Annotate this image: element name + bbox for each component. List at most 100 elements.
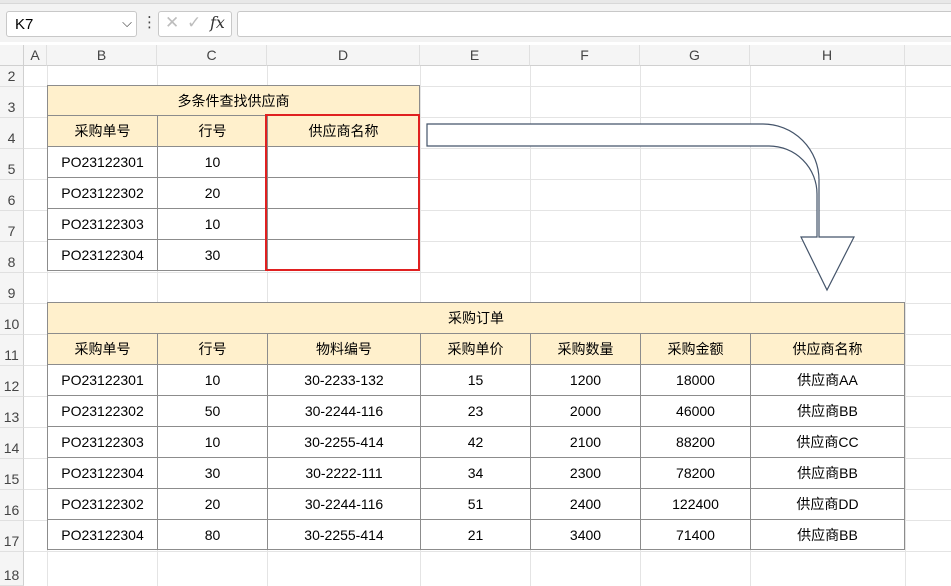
order-cell[interactable]: 30-2244-116 [267,395,421,427]
row-header-9[interactable]: 9 [0,273,24,304]
order-cell[interactable]: 51 [420,488,531,520]
column-header-h[interactable]: H [750,45,905,66]
order-cell[interactable]: 78200 [640,457,751,489]
order-cell[interactable]: PO23122303 [47,426,158,458]
lookup-cell[interactable]: PO23122302 [47,177,158,209]
order-cell[interactable]: 50 [157,395,268,427]
row-header-15[interactable]: 15 [0,459,24,490]
column-header-d[interactable]: D [267,45,420,66]
order-cell[interactable]: PO23122304 [47,457,158,489]
order-cell[interactable]: 71400 [640,519,751,550]
lookup-cell[interactable]: 30 [157,239,268,271]
lookup-table-title[interactable]: 多条件查找供应商 [47,85,420,116]
order-cell[interactable]: 88200 [640,426,751,458]
lookup-header-line-no[interactable]: 行号 [157,115,268,147]
order-cell[interactable]: 2000 [530,395,641,427]
row-header-8[interactable]: 8 [0,242,24,273]
order-cell[interactable]: 23 [420,395,531,427]
column-header-i[interactable] [905,45,951,66]
order-cell[interactable]: 30-2222-111 [267,457,421,489]
order-cell[interactable]: 30 [157,457,268,489]
order-header-material-no[interactable]: 物料编号 [267,333,421,365]
order-cell[interactable]: 2400 [530,488,641,520]
order-cell[interactable]: 21 [420,519,531,550]
order-cell[interactable]: 42 [420,426,531,458]
order-cell[interactable]: 122400 [640,488,751,520]
order-header-order-no[interactable]: 采购单号 [47,333,158,365]
order-cell[interactable]: 30-2233-132 [267,364,421,396]
order-cell[interactable]: 2100 [530,426,641,458]
row-header-12[interactable]: 12 [0,366,24,397]
row-header-3[interactable]: 3 [0,87,24,118]
row-header-4[interactable]: 4 [0,118,24,149]
order-cell[interactable]: 18000 [640,364,751,396]
column-header-c[interactable]: C [157,45,267,66]
formula-buttons: ✕ ✓ fx [158,11,232,37]
row-header-16[interactable]: 16 [0,490,24,521]
row-header-17[interactable]: 17 [0,521,24,552]
order-cell[interactable]: PO23122301 [47,364,158,396]
order-cell[interactable]: 供应商BB [750,457,905,489]
order-cell[interactable]: 供应商BB [750,519,905,550]
order-header-unit-price[interactable]: 采购单价 [420,333,531,365]
order-cell[interactable]: 34 [420,457,531,489]
order-cell[interactable]: 30-2255-414 [267,519,421,550]
order-cell[interactable]: 10 [157,364,268,396]
grid-line [24,551,951,552]
order-cell[interactable]: 供应商BB [750,395,905,427]
order-header-quantity[interactable]: 采购数量 [530,333,641,365]
lookup-cell[interactable]: 20 [157,177,268,209]
column-header-g[interactable]: G [640,45,750,66]
lookup-cell[interactable]: PO23122303 [47,208,158,240]
order-header-supplier[interactable]: 供应商名称 [750,333,905,365]
order-header-line-no[interactable]: 行号 [157,333,268,365]
lookup-cell[interactable]: 10 [157,208,268,240]
row-header-5[interactable]: 5 [0,149,24,180]
formula-input[interactable] [237,11,951,37]
column-header-e[interactable]: E [420,45,530,66]
order-cell[interactable]: 20 [157,488,268,520]
row-header-2[interactable]: 2 [0,66,24,87]
lookup-cell[interactable]: PO23122304 [47,239,158,271]
order-header-amount[interactable]: 采购金额 [640,333,751,365]
lookup-header-order-no[interactable]: 采购单号 [47,115,158,147]
order-cell[interactable]: 80 [157,519,268,550]
lookup-cell[interactable]: 10 [157,146,268,178]
lookup-cell[interactable]: PO23122301 [47,146,158,178]
order-cell[interactable]: 1200 [530,364,641,396]
row-header-14[interactable]: 14 [0,428,24,459]
order-cell[interactable]: 30-2255-414 [267,426,421,458]
order-cell[interactable]: PO23122304 [47,519,158,550]
row-header-7[interactable]: 7 [0,211,24,242]
name-box[interactable]: K7 ⌵ [6,11,137,37]
row-header-10[interactable]: 10 [0,304,24,335]
row-header-6[interactable]: 6 [0,180,24,211]
order-cell[interactable]: 2300 [530,457,641,489]
row-header-11[interactable]: 11 [0,335,24,366]
fx-icon[interactable]: fx [210,13,225,32]
more-icon[interactable]: ⋮ [142,13,157,31]
column-header-a[interactable]: A [24,45,47,66]
bent-arrow-icon [426,123,855,292]
order-cell[interactable]: PO23122302 [47,395,158,427]
column-header-b[interactable]: B [47,45,157,66]
order-cell[interactable]: 10 [157,426,268,458]
dropdown-arrow-icon[interactable]: ⌵ [122,15,132,31]
row-header-13[interactable]: 13 [0,397,24,428]
order-cell[interactable]: 30-2244-116 [267,488,421,520]
order-cell[interactable]: 供应商DD [750,488,905,520]
order-cell[interactable]: 供应商AA [750,364,905,396]
order-table-title[interactable]: 采购订单 [47,302,905,334]
ribbon-edge [0,0,951,4]
order-cell[interactable]: 15 [420,364,531,396]
column-header-f[interactable]: F [530,45,640,66]
highlight-box [265,114,420,271]
order-cell[interactable]: PO23122302 [47,488,158,520]
cancel-icon[interactable]: ✕ [165,13,179,33]
enter-icon[interactable]: ✓ [187,13,201,33]
order-cell[interactable]: 46000 [640,395,751,427]
select-all-corner[interactable] [0,45,24,66]
order-cell[interactable]: 供应商CC [750,426,905,458]
order-cell[interactable]: 3400 [530,519,641,550]
row-header-18[interactable]: 18 [0,552,24,586]
